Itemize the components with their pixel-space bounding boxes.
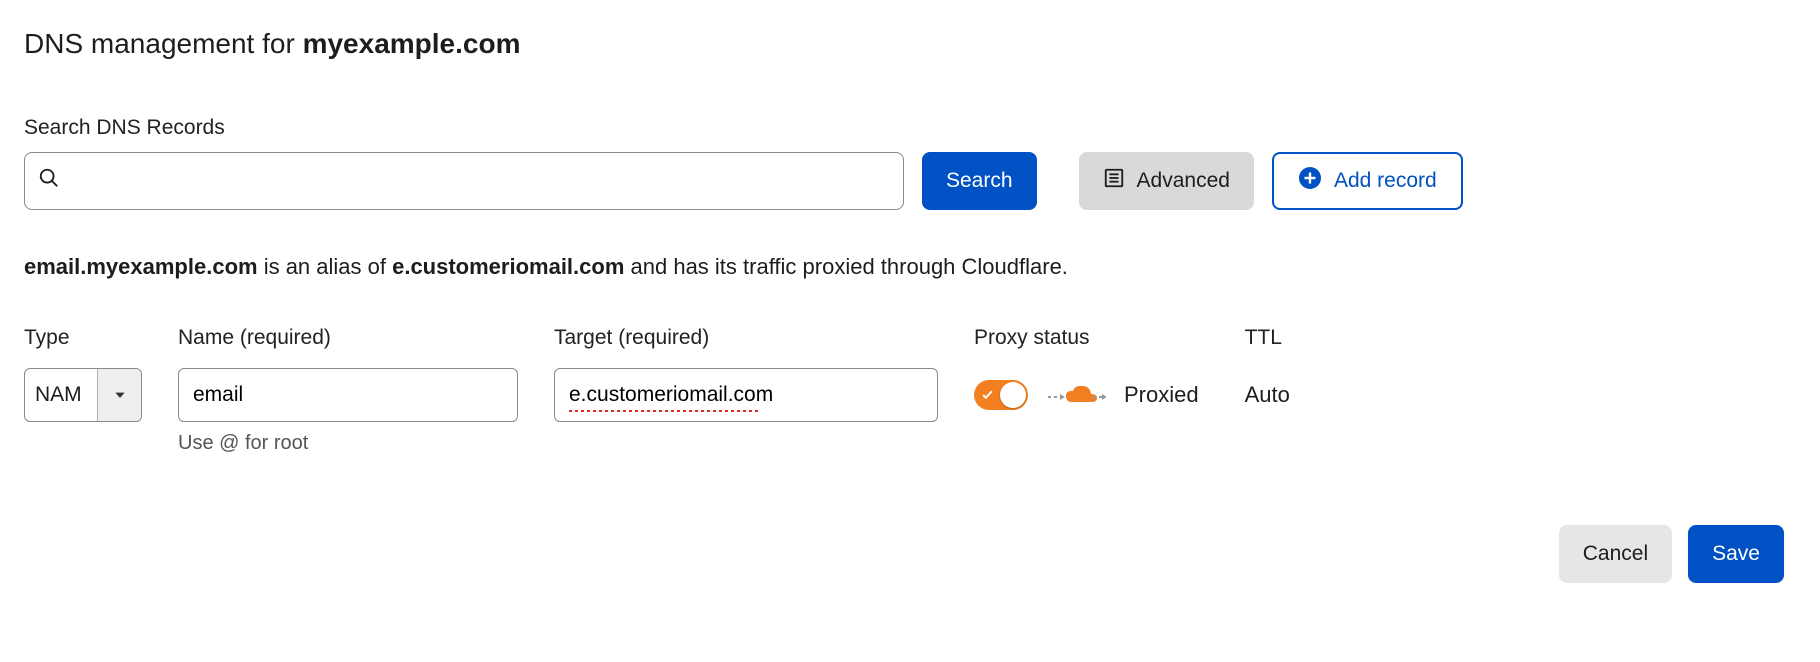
target-field: Target (required) (554, 326, 938, 422)
description-hostname: email.myexample.com (24, 254, 258, 279)
target-input[interactable] (554, 368, 938, 422)
record-form-row: Type NAM Name (required) Use @ for root … (24, 326, 1796, 455)
advanced-button[interactable]: Advanced (1079, 152, 1254, 210)
ttl-value: Auto (1245, 368, 1290, 422)
search-input[interactable] (24, 152, 904, 210)
page-title-domain: myexample.com (303, 28, 521, 59)
add-record-button[interactable]: Add record (1272, 152, 1463, 210)
chevron-down-icon (97, 369, 141, 421)
action-row: Cancel Save (24, 525, 1796, 583)
search-icon (38, 167, 60, 195)
search-button[interactable]: Search (922, 152, 1037, 210)
search-input-wrap (24, 152, 904, 210)
target-label: Target (required) (554, 326, 938, 350)
save-button[interactable]: Save (1688, 525, 1784, 583)
proxy-status-field: Proxy status Proxied (974, 326, 1199, 422)
spellcheck-underline (569, 410, 759, 412)
type-select-value: NAM (25, 383, 97, 407)
advanced-button-label: Advanced (1137, 169, 1230, 193)
list-icon (1103, 167, 1125, 195)
page-title: DNS management for myexample.com (24, 28, 1796, 60)
name-input[interactable] (178, 368, 518, 422)
check-icon (981, 383, 994, 407)
add-record-button-label: Add record (1334, 169, 1437, 193)
record-description: email.myexample.com is an alias of e.cus… (24, 254, 1796, 280)
page-title-prefix: DNS management for (24, 28, 303, 59)
type-label: Type (24, 326, 142, 350)
description-alias-target: e.customeriomail.com (392, 254, 624, 279)
proxy-status-label: Proxy status (974, 326, 1199, 350)
description-mid2: and has its traffic proxied through Clou… (624, 254, 1068, 279)
search-label: Search DNS Records (24, 116, 1796, 140)
name-label: Name (required) (178, 326, 518, 350)
ttl-label: TTL (1245, 326, 1290, 350)
toggle-knob (1000, 382, 1026, 408)
name-field: Name (required) Use @ for root (178, 326, 518, 455)
proxy-toggle[interactable] (974, 380, 1028, 410)
plus-circle-icon (1298, 166, 1322, 196)
description-mid1: is an alias of (258, 254, 393, 279)
type-field: Type NAM (24, 326, 142, 422)
type-select[interactable]: NAM (24, 368, 142, 422)
cancel-button[interactable]: Cancel (1559, 525, 1672, 583)
ttl-field: TTL Auto (1245, 326, 1290, 422)
search-row: Search Advanced Add record (24, 152, 1796, 210)
cloud-proxy-icon (1046, 380, 1106, 410)
name-helper-text: Use @ for root (178, 432, 518, 455)
proxy-status-text: Proxied (1124, 382, 1199, 408)
